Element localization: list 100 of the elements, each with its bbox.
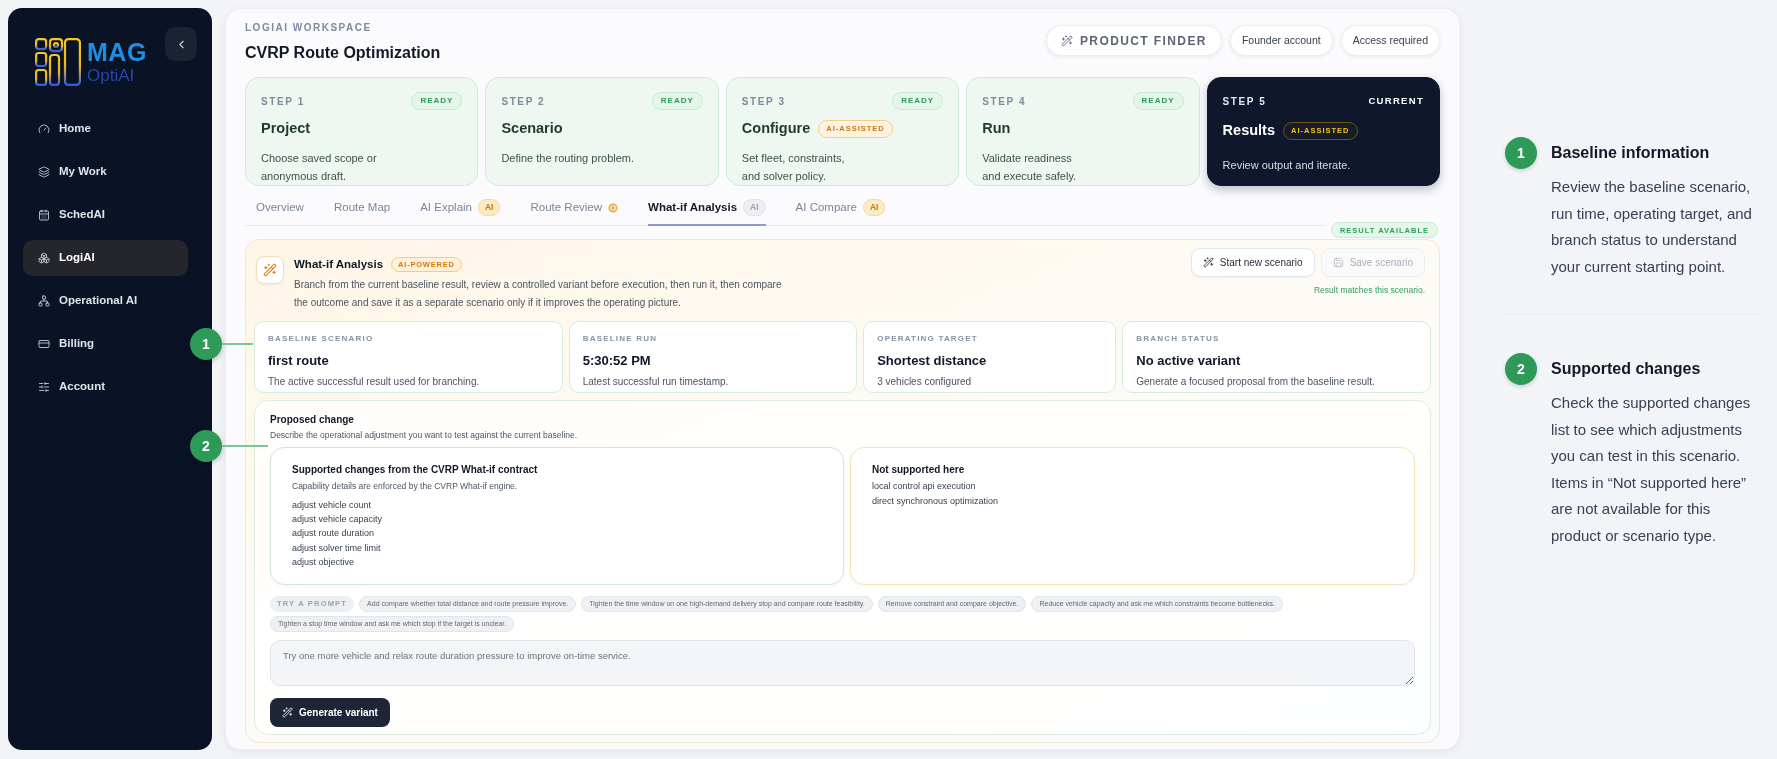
step-title: Configure — [741, 119, 811, 138]
unsupported-item: direct synchronous optimization — [872, 495, 1000, 508]
new-scenario-button[interactable]: Start new scenario — [1190, 248, 1315, 278]
wand-icon — [1060, 34, 1073, 47]
account-pill[interactable]: Founder account — [1229, 25, 1333, 56]
status-badge: READY — [651, 92, 703, 110]
step-title: Project — [261, 119, 311, 138]
card-value: first route — [268, 352, 330, 371]
nav-item[interactable]: Operational AI — [23, 283, 188, 319]
network-icon — [38, 295, 50, 307]
step-title: Scenario — [501, 119, 563, 138]
ai-badge: AI — [478, 199, 501, 216]
boxes-icon — [38, 252, 50, 264]
step-card[interactable]: STEP 4 READY Run Validate readiness and execute safely. — [966, 77, 1200, 186]
product-finder-button[interactable]: PRODUCT FINDER — [1045, 25, 1222, 56]
prompt-input[interactable]: Try one more vehicle and relax route duration pressure to improve on-time service. — [270, 640, 1415, 686]
status-dot-icon — [608, 202, 619, 213]
card-value: 5:30:52 PM — [582, 352, 652, 371]
step-label: STEP 4 — [982, 94, 1027, 109]
wand-icon — [1202, 257, 1214, 269]
ai-badge: AI — [743, 199, 766, 216]
supported-item: adjust vehicle count — [292, 498, 373, 512]
card-icon — [38, 338, 50, 350]
step-label: STEP 5 — [1222, 94, 1267, 109]
step-description: Validate readiness and execute safely. — [982, 150, 1078, 184]
account-pill[interactable]: Access required — [1340, 25, 1440, 56]
collapse-button[interactable] — [165, 27, 197, 61]
save-icon — [1332, 257, 1344, 269]
nav-item[interactable]: LogiAI — [23, 240, 188, 276]
supported-item: adjust route duration — [292, 527, 376, 541]
tab[interactable]: Route Review — [530, 199, 619, 227]
logo-title: MAG — [87, 40, 147, 65]
supported-item: adjust solver time limit — [292, 541, 382, 555]
card-label: BRANCH STATUS — [1136, 333, 1221, 346]
logo-icon — [35, 38, 81, 86]
card-note: 3 vehicles configured — [877, 374, 973, 389]
tab[interactable]: AI Explain AI — [420, 199, 501, 227]
tab[interactable]: Route Map — [333, 199, 391, 227]
card-note: Generate a focused proposal from the baseline result. — [1136, 374, 1376, 389]
calendar-icon — [38, 209, 50, 221]
card-value: No active variant — [1136, 352, 1242, 371]
status-label: CURRENT — [1368, 93, 1424, 108]
card-note: The active successful result used for branching. — [268, 374, 481, 389]
tab[interactable]: AI Compare AI — [795, 199, 886, 227]
card-note: Latest successful run timestamp. — [582, 374, 730, 389]
step-card[interactable]: STEP 1 READY Project Choose saved scope or anonymous draft. — [245, 77, 479, 186]
workspace-eyebrow: LOGIAI WORKSPACE — [245, 21, 373, 35]
callout-marker: 1 — [190, 328, 222, 360]
stack-icon — [38, 166, 50, 178]
step-description: Choose saved scope or anonymous draft. — [261, 150, 378, 184]
nav-item[interactable]: Account — [23, 369, 188, 405]
wand-icon — [282, 707, 293, 718]
logo-subtitle: OptiAI — [87, 67, 136, 84]
step-label: STEP 3 — [741, 94, 786, 109]
unsupported-item: local control api execution — [872, 480, 977, 493]
tab[interactable]: Overview — [256, 199, 304, 227]
ai-badge: AI — [862, 199, 886, 216]
step-label: STEP 2 — [501, 94, 546, 109]
card-title: Not supported here — [872, 463, 966, 477]
sliders-icon — [38, 381, 50, 393]
nav-item[interactable]: My Work — [23, 154, 188, 190]
step-label: STEP 1 — [261, 94, 305, 109]
card-label: BASELINE SCENARIO — [268, 333, 375, 346]
step-title: Results — [1222, 121, 1275, 140]
step-description: Set fleet, constraints, and solver policy. — [741, 150, 846, 184]
guide-text: Review the baseline scenario, run time, operating target, and branch status to understand your current starting point. — [1551, 177, 1753, 277]
connector-line — [222, 445, 268, 447]
result-note: Result matches this scenario. — [1313, 284, 1425, 297]
nav-item[interactable]: SchedAI — [23, 197, 188, 233]
card-label: BASELINE RUN — [582, 333, 659, 346]
callout-marker: 2 — [190, 430, 222, 462]
nav-item[interactable]: Home — [23, 111, 188, 147]
page-title: CVRP Route Optimization — [245, 43, 441, 63]
section-title: Proposed change — [270, 413, 355, 428]
wand-icon — [256, 256, 284, 285]
step-description: Define the routing problem. — [501, 150, 636, 166]
panel-description: Branch from the current baseline result, review a controlled variant before execution, then run it, then compare the outcome and save it as a separate scenario only if it improves the operating picture. — [294, 278, 783, 311]
supported-item: adjust vehicle capacity — [292, 513, 384, 527]
number-badge: 1 — [1505, 137, 1537, 169]
guide-title: Supported changes — [1551, 359, 1702, 379]
card-label: OPERATING TARGET — [877, 333, 979, 346]
panel-title: What-if Analysis — [294, 256, 384, 272]
tab[interactable]: What-if Analysis AI — [648, 199, 766, 227]
status-badge: READY — [892, 92, 944, 110]
guide-text: Check the supported changes list to see which adjustments you can test in this scenario. Items in “Not supported here” are not available for this product or scenario type. — [1551, 393, 1752, 546]
status-badge: READY — [411, 92, 463, 110]
card-value: Shortest distance — [877, 352, 988, 371]
nav-item[interactable]: Billing — [23, 326, 188, 362]
card-title: Supported changes from the CVRP What-if contract — [292, 463, 539, 477]
step-description: Review output and iterate. — [1222, 157, 1352, 173]
guide-title: Baseline information — [1551, 143, 1711, 163]
connector-line — [222, 343, 253, 345]
gauge-icon — [38, 123, 50, 135]
status-badge: READY — [1132, 92, 1184, 110]
step-card[interactable]: STEP 2 READY Scenario Define the routing problem. — [485, 77, 719, 186]
card-note: Capability details are enforced by the CVRP What-if engine. — [292, 480, 519, 493]
section-description: Describe the operational adjustment you want to test against the current baseline. — [270, 429, 579, 442]
generate-variant-button[interactable]: Generate variant — [270, 698, 390, 727]
supported-item: adjust objective — [292, 555, 356, 569]
number-badge: 2 — [1505, 353, 1537, 385]
